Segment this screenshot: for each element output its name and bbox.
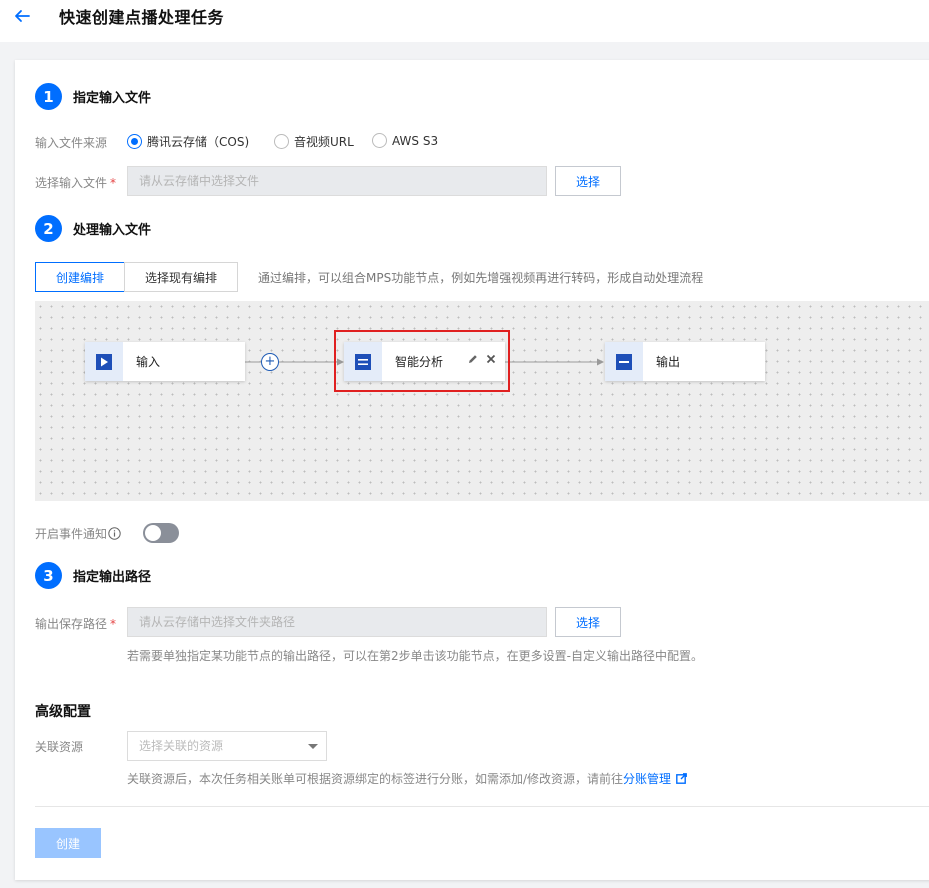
step-1-header: 1 指定输入文件 <box>35 83 151 110</box>
radio-label: 音视频URL <box>294 135 354 149</box>
output-path-field[interactable]: 请从云存储中选择文件夹路径 <box>127 607 547 637</box>
step-2-header: 2 处理输入文件 <box>35 215 151 242</box>
top-bar: 快速创建点播处理任务 <box>0 0 929 42</box>
output-path-label: 输出保存路径 * <box>35 615 116 632</box>
file-label-text: 选择输入文件 <box>35 176 108 190</box>
step-3-header: 3 指定输出路径 <box>35 562 151 589</box>
add-node-plus-icon[interactable]: + <box>261 353 279 371</box>
node-output[interactable]: 输出 <box>605 342 765 381</box>
output-icon <box>605 342 643 381</box>
resource-help: 关联资源后，本次任务相关账单可根据资源绑定的标签进行分账，如需添加/修改资源，请… <box>127 770 687 787</box>
node-label: 输入 <box>136 355 161 369</box>
step-title: 指定输出路径 <box>73 570 152 585</box>
select-input-file-button[interactable]: 选择 <box>555 166 621 196</box>
resource-select[interactable]: 选择关联的资源 <box>127 731 327 761</box>
step-title: 指定输入文件 <box>73 91 152 106</box>
event-notify-label: 开启事件通知 <box>35 525 121 542</box>
radio-dot[interactable] <box>274 134 289 149</box>
step-number: 1 <box>35 83 62 110</box>
resource-select-placeholder: 选择关联的资源 <box>139 739 224 753</box>
file-label: 选择输入文件 * <box>35 174 116 191</box>
step-title: 处理输入文件 <box>73 223 152 238</box>
step-number: 3 <box>35 562 62 589</box>
radio-aws-s3[interactable]: AWS S3 <box>372 133 438 148</box>
node-input[interactable]: 输入 <box>85 342 245 381</box>
tab-select-existing-workflow[interactable]: 选择现有编排 <box>124 262 238 292</box>
external-link-icon[interactable] <box>676 773 687 784</box>
radio-label: AWS S3 <box>392 133 439 148</box>
required-mark: * <box>110 617 117 631</box>
page-title: 快速创建点播处理任务 <box>59 8 225 27</box>
billing-management-link[interactable]: 分账管理 <box>623 770 671 787</box>
radio-url[interactable]: 音视频URL <box>274 133 354 150</box>
radio-label: 腾讯云存储（COS) <box>147 135 250 149</box>
node-label: 输出 <box>656 355 681 369</box>
create-button[interactable]: 创建 <box>35 828 101 858</box>
input-file-field[interactable]: 请从云存储中选择文件 <box>127 166 547 196</box>
event-notify-toggle[interactable] <box>143 523 179 543</box>
source-label: 输入文件来源 <box>35 136 108 150</box>
output-path-help: 若需要单独指定某功能节点的输出路径，可以在第2步单击该功能节点，在更多设置-自定… <box>127 649 703 663</box>
select-output-path-button[interactable]: 选择 <box>555 607 621 637</box>
highlight-box <box>334 330 510 392</box>
toggle-knob <box>145 525 161 541</box>
required-mark: * <box>110 176 117 190</box>
resource-help-text: 关联资源后，本次任务相关账单可根据资源绑定的标签进行分账，如需添加/修改资源，请… <box>127 772 624 786</box>
info-icon[interactable] <box>108 527 121 540</box>
advanced-config-title: 高级配置 <box>35 704 91 720</box>
chevron-down-icon <box>308 744 318 749</box>
divider <box>35 806 929 807</box>
play-icon <box>85 342 123 381</box>
radio-dot[interactable] <box>372 133 387 148</box>
resource-label: 关联资源 <box>35 740 84 754</box>
radio-dot[interactable] <box>127 134 142 149</box>
workflow-hint: 通过编排，可以组合MPS功能节点，例如先增强视频再进行转码，形成自动处理流程 <box>258 271 704 285</box>
step-number: 2 <box>35 215 62 242</box>
radio-cos[interactable]: 腾讯云存储（COS) <box>127 133 249 150</box>
event-label-text: 开启事件通知 <box>35 527 108 541</box>
tab-create-workflow[interactable]: 创建编排 <box>35 262 125 292</box>
back-arrow-icon[interactable] <box>12 6 32 26</box>
path-label-text: 输出保存路径 <box>35 617 108 631</box>
